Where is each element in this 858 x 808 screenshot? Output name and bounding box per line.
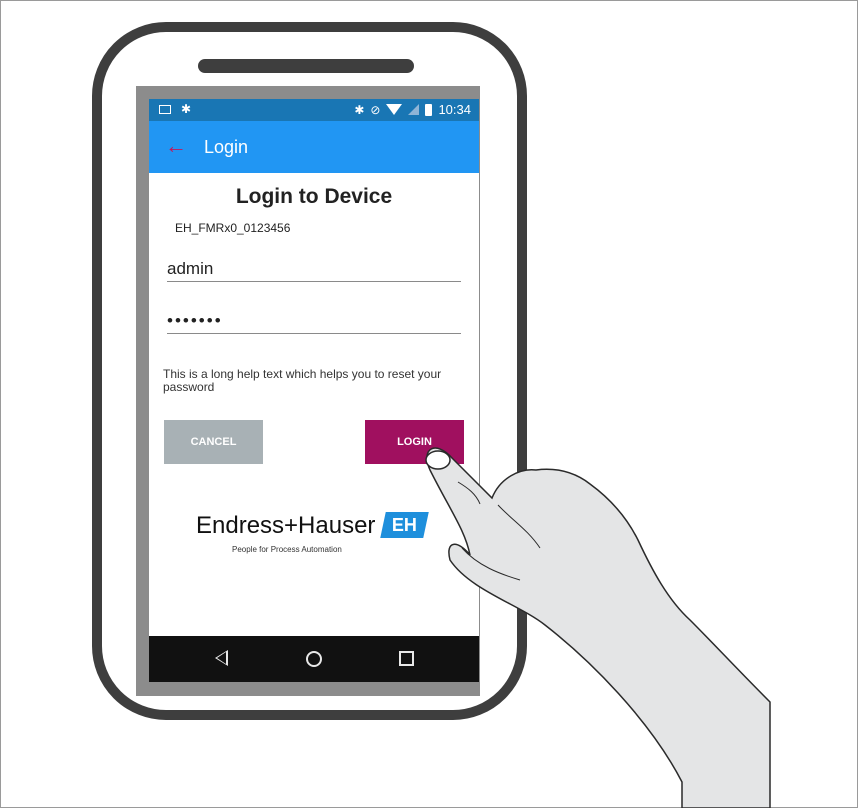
pointing-hand-illustration <box>425 447 771 808</box>
fingernail <box>425 450 451 470</box>
hand-shape <box>426 447 771 808</box>
